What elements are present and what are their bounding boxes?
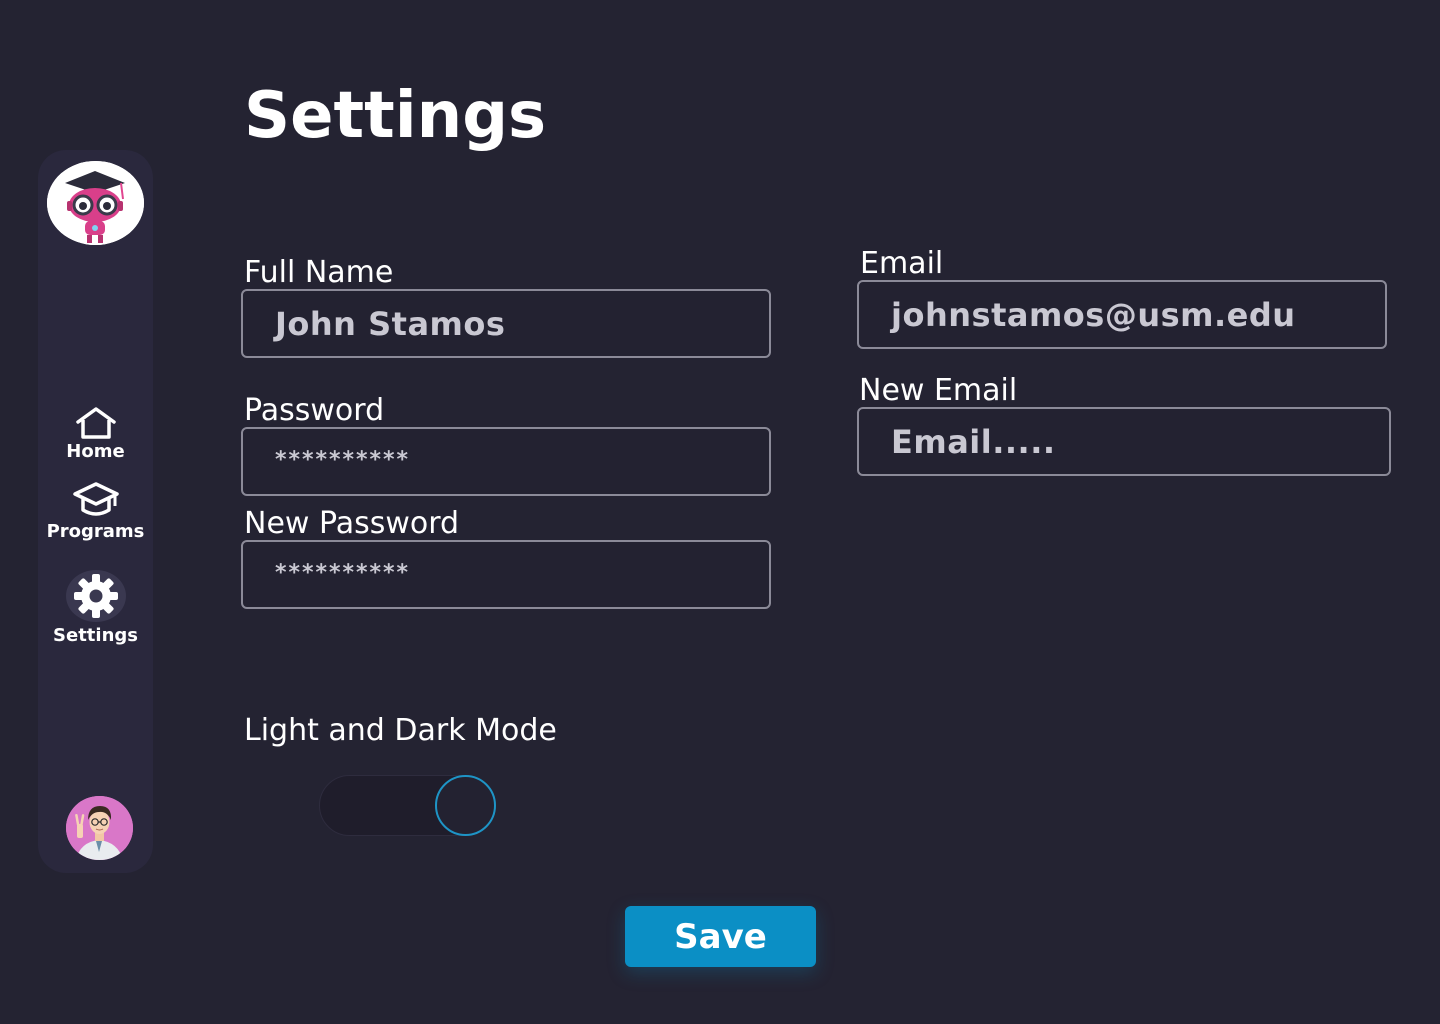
- email-label: Email: [860, 246, 944, 281]
- new-email-label: New Email: [859, 373, 1018, 408]
- sidebar-item-programs[interactable]: Programs: [38, 480, 153, 542]
- toggle-knob[interactable]: [435, 775, 496, 836]
- sidebar-item-label: Settings: [53, 625, 138, 646]
- new-password-value: **********: [275, 560, 411, 586]
- save-button[interactable]: Save: [625, 906, 816, 967]
- password-value: **********: [275, 447, 411, 473]
- full-name-value: John Stamos: [275, 304, 506, 343]
- home-icon: [75, 407, 116, 439]
- new-password-label: New Password: [244, 506, 460, 541]
- new-email-placeholder: Email.....: [891, 422, 1056, 461]
- sidebar-item-label: Home: [66, 441, 125, 462]
- page-title: Settings: [244, 79, 547, 153]
- sidebar-item-settings[interactable]: Settings: [38, 570, 153, 646]
- theme-mode-toggle[interactable]: [319, 775, 496, 836]
- graduation-cap-icon: [72, 482, 119, 516]
- sidebar-item-label: Programs: [46, 521, 145, 542]
- password-field[interactable]: **********: [241, 427, 771, 496]
- sidebar: Home Programs Settings: [38, 150, 153, 873]
- new-password-field[interactable]: **********: [241, 540, 771, 609]
- full-name-field[interactable]: John Stamos: [241, 289, 771, 358]
- password-label: Password: [244, 393, 385, 428]
- email-value: johnstamos@usm.edu: [891, 295, 1296, 334]
- new-email-field[interactable]: Email.....: [857, 407, 1391, 476]
- gear-icon: [73, 574, 118, 618]
- full-name-label: Full Name: [244, 255, 394, 290]
- email-field[interactable]: johnstamos@usm.edu: [857, 280, 1387, 349]
- robot-logo-icon[interactable]: [47, 161, 144, 245]
- theme-mode-label: Light and Dark Mode: [244, 713, 557, 748]
- sidebar-item-home[interactable]: Home: [38, 406, 153, 462]
- active-indicator: [65, 570, 126, 622]
- user-avatar[interactable]: [66, 796, 133, 860]
